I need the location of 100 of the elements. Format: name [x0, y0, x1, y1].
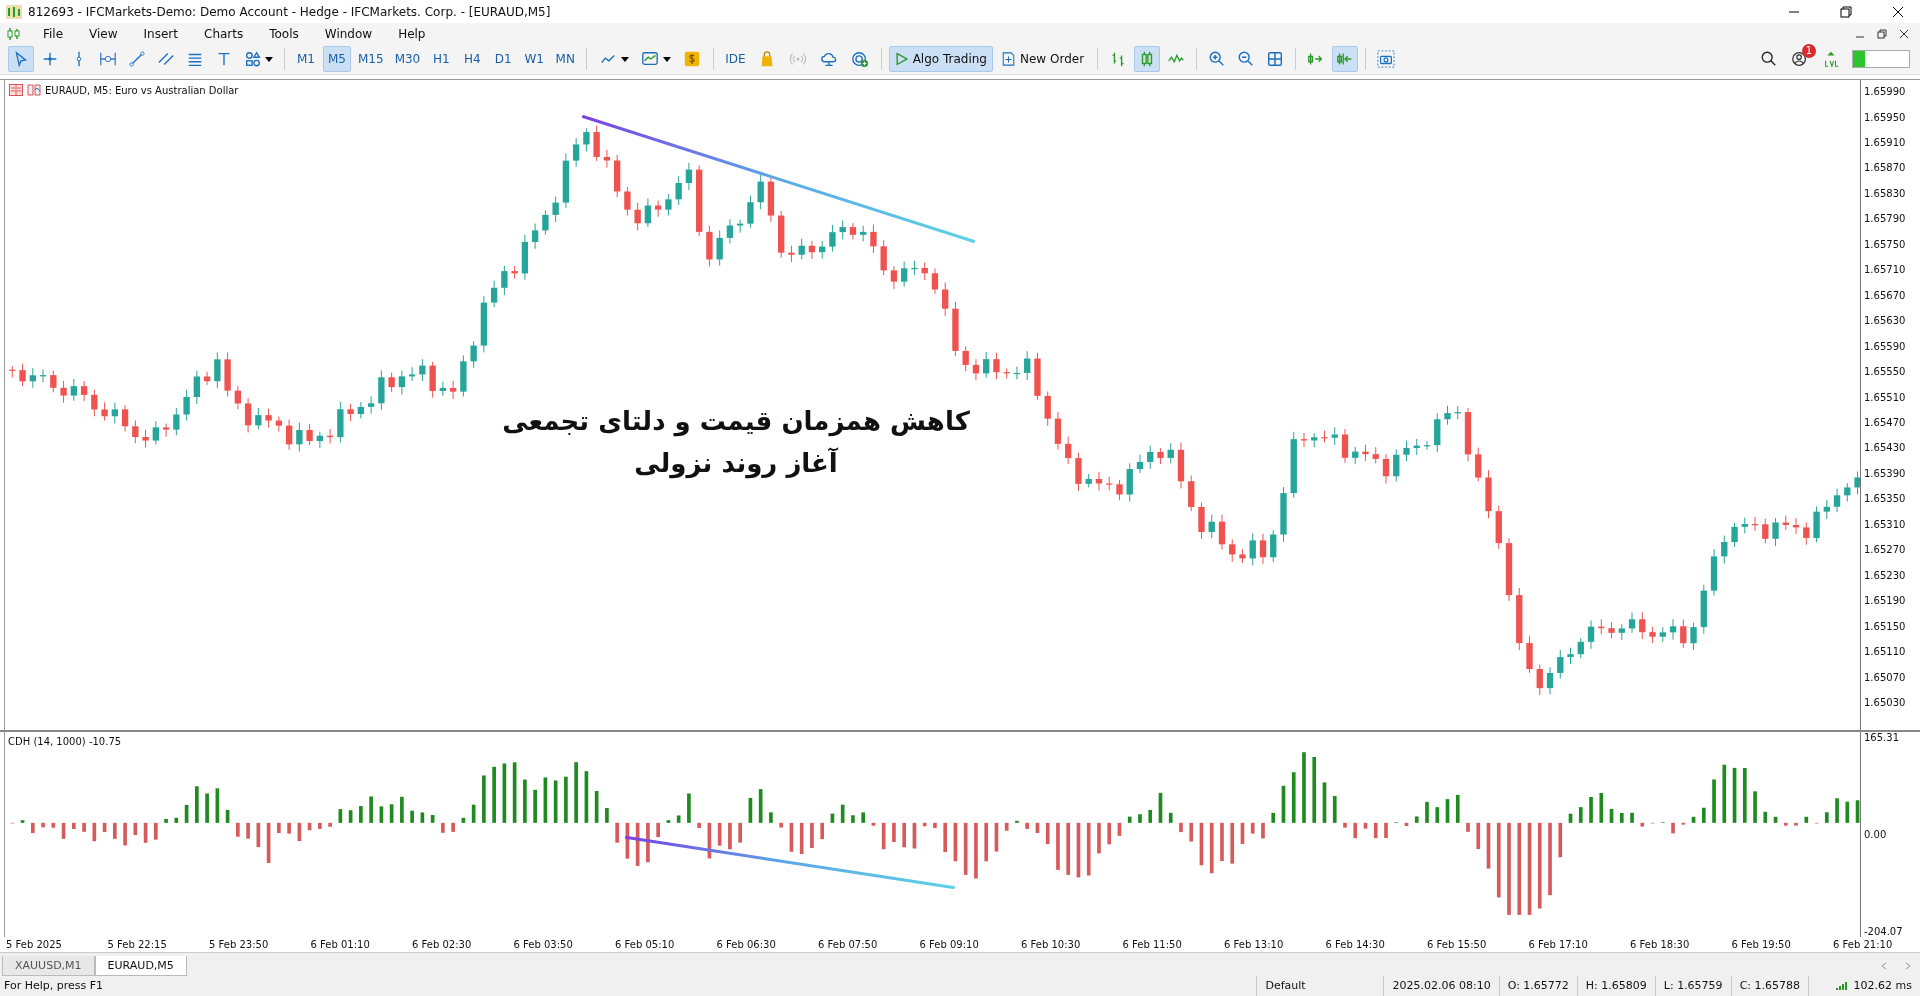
- zoom-in-icon: [1208, 50, 1227, 69]
- indicator-label: CDH (14, 1000) -10.75: [8, 736, 122, 748]
- timeframe-button[interactable]: M30: [390, 46, 425, 73]
- menu-item[interactable]: Insert: [130, 27, 191, 42]
- app-icon: [6, 4, 22, 19]
- account-icon[interactable]: [1791, 50, 1809, 69]
- menu-item[interactable]: Help: [385, 27, 439, 42]
- price-label: 1.65590: [1864, 340, 1907, 352]
- dropdown-arrow-icon[interactable]: [621, 55, 630, 64]
- time-label: 6 Feb 07:50: [818, 939, 879, 951]
- time-label: 6 Feb 13:10: [1224, 939, 1285, 951]
- timeframe-button[interactable]: M5: [323, 46, 351, 73]
- timeframe-button[interactable]: H1: [427, 46, 456, 73]
- annotation-text: آغاز روند نزولی: [634, 446, 838, 481]
- price-label: 1.65430: [1864, 442, 1907, 454]
- shapes-icon: [244, 50, 262, 69]
- connection-meter: [1852, 50, 1910, 69]
- price-label: 1.65270: [1864, 544, 1907, 556]
- menu-item[interactable]: File: [30, 27, 77, 42]
- profile-text: Default: [1256, 975, 1384, 996]
- time-label: 6 Feb 02:30: [412, 939, 473, 951]
- price-label: 1.65790: [1864, 213, 1907, 225]
- dropdown-arrow-icon[interactable]: [663, 55, 672, 64]
- price-label: 1.65710: [1864, 264, 1907, 276]
- document-plus-icon: [1001, 52, 1015, 67]
- play-icon: [894, 52, 908, 67]
- menu-item[interactable]: Window: [311, 27, 386, 42]
- price-label: 1.65350: [1864, 493, 1907, 505]
- time-label: 6 Feb 18:30: [1630, 939, 1691, 951]
- time-label: 6 Feb 19:50: [1731, 939, 1792, 951]
- document-icon[interactable]: [27, 84, 41, 97]
- table-icon[interactable]: [9, 84, 23, 97]
- timeframe-button[interactable]: H4: [458, 46, 487, 73]
- grid-icon: [1266, 50, 1285, 69]
- time-label: 6 Feb 11:50: [1122, 939, 1183, 951]
- time-label: 5 Feb 22:15: [107, 939, 168, 951]
- chart-tab[interactable]: XAUUSD,M1: [2, 955, 95, 976]
- camera-icon: [1377, 50, 1396, 69]
- price-label: 1.65870: [1864, 162, 1907, 174]
- time-label: 6 Feb 14:30: [1325, 939, 1386, 951]
- cursor-tool[interactable]: [8, 46, 34, 73]
- price-label: 1.65910: [1864, 137, 1907, 148]
- menu-item[interactable]: Tools: [256, 27, 312, 42]
- price-label: 1.65150: [1864, 620, 1907, 632]
- chart-tab[interactable]: EURAUD,M5: [94, 955, 187, 976]
- time-label: 5 Feb 2025: [6, 939, 63, 951]
- new-order-button[interactable]: New Order: [995, 46, 1091, 73]
- price-label: 1.65310: [1864, 518, 1907, 530]
- price-label: 1.65110: [1864, 646, 1907, 658]
- timeframe-button[interactable]: W1: [520, 46, 549, 73]
- trend-line-icon: [128, 50, 146, 69]
- annotation-text: کاهش همزمان قیمت و دلتای تجمعی: [502, 405, 970, 439]
- time-text: 2025.02.06 08:10: [1383, 975, 1499, 996]
- ide-button[interactable]: IDE: [721, 46, 750, 73]
- timeframe-button[interactable]: MN: [551, 46, 580, 73]
- indicator-scale-label: -204.07: [1864, 926, 1904, 938]
- dollar-icon[interactable]: [683, 50, 702, 69]
- price-label: 1.65390: [1864, 467, 1907, 479]
- algo-trading-button[interactable]: Algo Trading: [888, 46, 993, 73]
- price-label: 1.65470: [1864, 417, 1907, 428]
- price-label: 1.65990: [1864, 86, 1907, 98]
- cloud-icon[interactable]: [819, 50, 838, 69]
- menu-item[interactable]: Charts: [191, 27, 257, 42]
- help-text: For Help, press F1: [3, 979, 105, 993]
- target-plus-icon[interactable]: [850, 50, 869, 69]
- close-icon[interactable]: [1892, 5, 1904, 18]
- chart-menu-icon[interactable]: [6, 26, 22, 43]
- restore-icon[interactable]: [1840, 5, 1852, 18]
- dropdown-arrow-icon[interactable]: [265, 55, 273, 64]
- time-label: 6 Feb 17:10: [1528, 939, 1589, 951]
- window-title: 812693 - IFCMarkets-Demo: Demo Account - Hedge - IFCMarkets. Corp. - [EURAUD,M5]: [28, 4, 551, 19]
- menu-item[interactable]: View: [76, 27, 131, 42]
- time-label: 6 Feb 09:10: [919, 939, 980, 951]
- level-icon[interactable]: [1822, 50, 1840, 69]
- low-price: L: 1.65759: [1654, 975, 1731, 996]
- price-label: 1.65750: [1864, 238, 1907, 250]
- price-label: 1.65070: [1864, 671, 1907, 683]
- chart-symbol-label: EURAUD, M5: Euro vs Australian Dollar: [45, 84, 239, 96]
- time-label: 6 Feb 05:10: [615, 939, 676, 951]
- price-label: 1.65030: [1864, 697, 1907, 708]
- price-label: 1.65630: [1864, 315, 1907, 327]
- indicator-scale-label: 0.00: [1864, 829, 1888, 841]
- price-label: 1.65830: [1864, 187, 1907, 199]
- close-icon[interactable]: [1898, 28, 1910, 41]
- time-label: 5 Feb 23:50: [209, 939, 270, 951]
- close-price: C: 1.65788: [1730, 975, 1808, 996]
- time-label: 6 Feb 06:30: [716, 939, 777, 951]
- candlestick-button[interactable]: [1134, 46, 1161, 73]
- high-price: H: 1.65809: [1576, 975, 1655, 996]
- time-label: 6 Feb 03:50: [513, 939, 574, 951]
- restore-icon[interactable]: [1876, 28, 1888, 41]
- shift-left-button[interactable]: [1332, 46, 1359, 73]
- open-price: O: 1.65772: [1498, 975, 1577, 996]
- time-label: 6 Feb 01:10: [310, 939, 371, 951]
- timeframe-button[interactable]: M1: [292, 46, 320, 73]
- timeframe-button[interactable]: M15: [354, 46, 388, 73]
- price-label: 1.65950: [1864, 111, 1907, 123]
- timeframe-button[interactable]: D1: [489, 46, 518, 73]
- price-label: 1.65230: [1864, 569, 1907, 581]
- price-label: 1.65510: [1864, 391, 1907, 403]
